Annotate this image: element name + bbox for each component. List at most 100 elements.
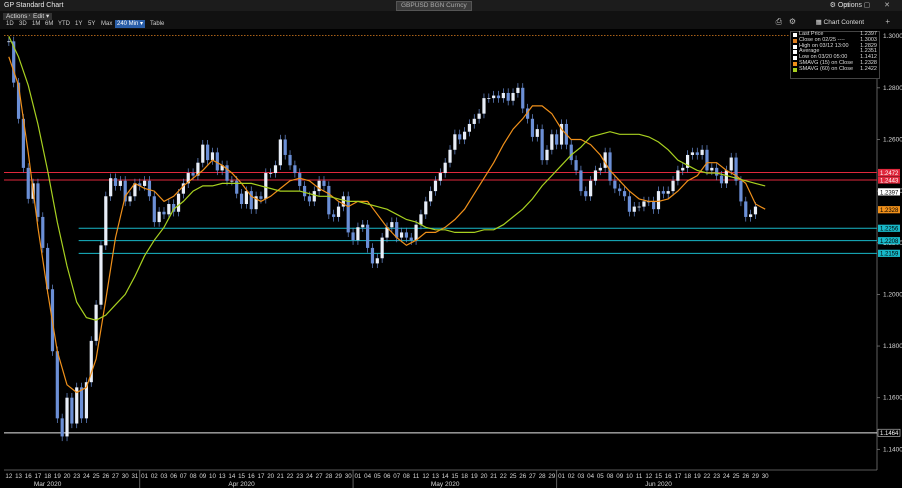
x-month-label: May 2020 <box>431 481 460 488</box>
legend-swatch <box>793 67 797 72</box>
x-month-label: Apr 2020 <box>228 481 255 488</box>
price-candle <box>724 170 728 184</box>
price-candle <box>128 196 132 202</box>
price-candle <box>380 237 384 259</box>
price-candle <box>356 227 360 241</box>
x-tick-label: 22 <box>704 473 711 480</box>
price-candle <box>642 201 646 207</box>
price-candle <box>104 196 108 246</box>
price-candle <box>622 191 627 197</box>
price-candle <box>676 170 680 181</box>
x-tick-label: 09 <box>616 473 623 480</box>
x-tick-label: 29 <box>752 473 759 480</box>
price-candle <box>147 180 152 197</box>
legend-swatch <box>793 44 797 49</box>
price-candle <box>157 211 161 223</box>
price-candle <box>608 152 612 181</box>
price-candle <box>555 134 559 145</box>
price-candle <box>259 196 263 199</box>
price-candle <box>201 144 205 163</box>
x-tick-label: 18 <box>684 473 691 480</box>
x-tick-label: 15 <box>451 473 458 480</box>
y-tick-label: 1.2800 <box>883 85 902 92</box>
x-tick-label: 30 <box>345 473 352 480</box>
x-tick-label: 04 <box>364 473 371 480</box>
price-candle <box>235 180 239 194</box>
price-candle <box>661 191 665 194</box>
x-tick-label: 12 <box>422 473 429 480</box>
price-candle <box>94 304 98 341</box>
y-tick-label: 1.2000 <box>883 291 902 298</box>
x-tick-label: 07 <box>180 473 187 480</box>
x-tick-label: 02 <box>151 473 158 480</box>
price-candle <box>118 180 122 186</box>
price-candle <box>239 193 244 205</box>
legend-entry[interactable]: SMAVG (60) on Close 1.2422 <box>791 65 879 73</box>
price-candle <box>273 165 278 174</box>
price-candle <box>361 224 365 228</box>
price-candle <box>462 131 467 140</box>
x-tick-label: 24 <box>83 473 90 480</box>
price-candle <box>477 113 481 119</box>
price-candle <box>710 167 714 171</box>
price-candle <box>312 191 316 202</box>
legend-value: 1.2422 <box>860 65 877 72</box>
x-tick-label: 12 <box>5 473 12 480</box>
price-candle <box>370 247 375 264</box>
price-candle <box>593 170 598 181</box>
price-candle <box>210 152 215 161</box>
x-tick-label: 25 <box>93 473 100 480</box>
price-candle <box>749 214 753 217</box>
x-tick-label: 02 <box>568 473 575 480</box>
price-candle <box>293 165 297 174</box>
price-candle <box>521 87 525 109</box>
x-tick-label: 25 <box>733 473 740 480</box>
price-candle <box>414 224 418 241</box>
price-candle <box>530 118 535 137</box>
price-candle <box>419 214 423 225</box>
y-tick-label: 1.3000 <box>883 33 902 40</box>
x-tick-label: 25 <box>510 473 517 480</box>
price-candle <box>336 206 341 217</box>
level-badge-label: 1.2159 <box>880 252 899 258</box>
price-candle <box>719 175 724 184</box>
price-candle <box>395 222 399 238</box>
price-candle <box>298 173 302 186</box>
price-candle <box>424 201 428 215</box>
level-badge-label: 1.2397 <box>880 190 899 196</box>
price-candle <box>569 144 573 161</box>
price-candle <box>574 160 578 171</box>
x-tick-label: 20 <box>64 473 71 480</box>
chart-legend: Last Price 1.2397 Close on 02/25 ---- 1.300… <box>790 31 880 79</box>
price-candle <box>366 224 370 248</box>
x-tick-label: 04 <box>587 473 594 480</box>
level-badge-label: 1.1464 <box>880 431 899 437</box>
price-candle <box>278 139 282 166</box>
price-candle <box>453 134 457 150</box>
x-tick-label: 28 <box>325 473 332 480</box>
x-tick-label: 13 <box>432 473 439 480</box>
price-candle <box>332 214 336 217</box>
price-candle <box>467 123 472 132</box>
price-candle <box>656 191 661 210</box>
x-tick-label: 16 <box>25 473 32 480</box>
legend-label: SMAVG (60) on Close <box>799 65 854 72</box>
price-candle <box>739 180 743 202</box>
x-tick-label: 08 <box>190 473 197 480</box>
price-candle <box>36 183 40 217</box>
price-candle <box>7 41 11 43</box>
price-candle <box>729 157 733 171</box>
level-badge-label: 1.2443 <box>880 178 899 184</box>
price-candle <box>409 237 413 241</box>
x-tick-label: 16 <box>248 473 255 480</box>
price-candle <box>550 134 554 150</box>
x-tick-label: 07 <box>393 473 400 480</box>
x-tick-label: 30 <box>122 473 129 480</box>
x-tick-label: 03 <box>577 473 584 480</box>
price-candle <box>26 167 30 199</box>
price-candle <box>671 180 675 192</box>
price-candle <box>152 196 156 223</box>
x-tick-label: 01 <box>354 473 361 480</box>
price-candle <box>705 149 709 171</box>
price-candle <box>433 180 438 192</box>
